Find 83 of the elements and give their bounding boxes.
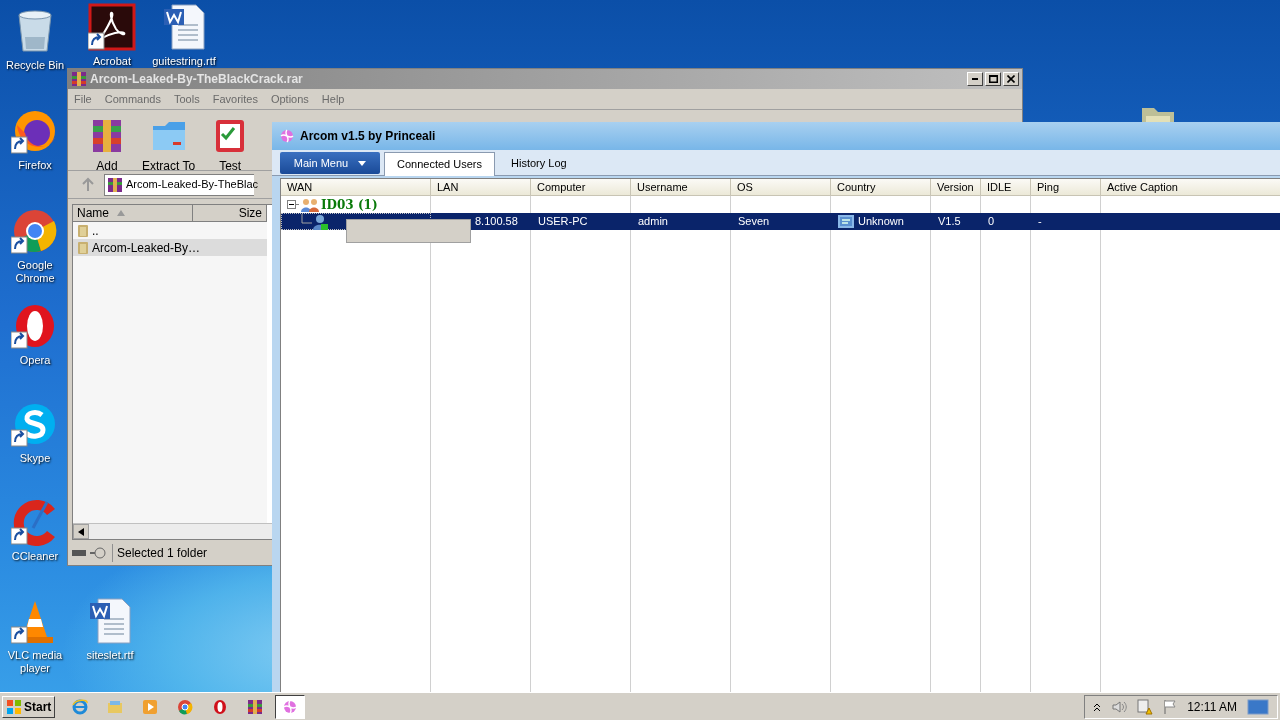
desktop-icon-label[interactable]: Opera	[19, 354, 51, 367]
desktop-icon-label[interactable]: CCleaner	[11, 550, 59, 563]
archive-icon	[71, 71, 87, 87]
table-cell-text: 0	[988, 214, 995, 230]
status-text: Selected 1 folder	[112, 544, 208, 562]
maximize-icon	[988, 75, 998, 83]
menu-item[interactable]: Help	[321, 90, 345, 108]
table-cell-text: 8.100.58	[475, 214, 518, 230]
file-row[interactable]: Arcom-Leaked-By…	[73, 239, 267, 256]
group-label[interactable]: ID03 (1)	[321, 195, 378, 214]
table-cell-text: USER-PC	[538, 214, 588, 230]
up-arrow-icon	[80, 176, 96, 193]
clock[interactable]: 12:11 AM	[1187, 697, 1237, 716]
column-header[interactable]: IDLE	[981, 179, 1031, 196]
column-header[interactable]: OS	[731, 179, 831, 196]
desktop-icon-label[interactable]: Acrobat	[93, 55, 131, 68]
tab[interactable]: Connected Users	[384, 152, 495, 176]
file-row[interactable]: ..	[73, 222, 267, 239]
desktop-icon-label[interactable]: Firefox	[18, 159, 52, 172]
table-row[interactable]: 8.100.58 USER-PC admin Seven Unknown V1.5 0 -	[281, 213, 1280, 230]
menu-item[interactable]: Tools	[174, 90, 200, 108]
menu-item[interactable]: Options	[270, 90, 309, 108]
column-header[interactable]: Country	[831, 179, 931, 196]
column-header[interactable]: Ping	[1031, 179, 1101, 196]
desktop-icon-label[interactable]: Skype	[19, 452, 51, 465]
toolbar-button[interactable]: Add	[82, 116, 132, 175]
network-warning-icon	[1137, 698, 1154, 715]
desktop-icon-label[interactable]: Recycle Bin	[5, 59, 65, 72]
column-header[interactable]: WAN	[281, 179, 431, 196]
menu-item[interactable]: Commands	[104, 90, 161, 108]
chevron-up-icon	[1093, 701, 1102, 712]
taskbar-button[interactable]	[275, 694, 306, 719]
table-cell-text: -	[1038, 214, 1042, 230]
column-header[interactable]: Version	[931, 179, 981, 196]
start-button[interactable]: Start	[2, 695, 56, 718]
scroll-left-button[interactable]	[73, 524, 89, 539]
folder-icon	[107, 698, 124, 715]
desktop-icon-label[interactable]: Google Chrome	[4, 259, 66, 285]
drive-key-icon	[72, 547, 108, 559]
table-cell-text: Seven	[738, 214, 770, 230]
menu-item[interactable]: Favorites	[212, 90, 258, 108]
speaker-icon	[1111, 699, 1128, 714]
column-header[interactable]: Size	[193, 205, 267, 222]
column-header[interactable]: Computer	[531, 179, 631, 196]
column-header[interactable]: LAN	[431, 179, 531, 196]
play-icon	[142, 698, 159, 715]
users-icon	[301, 197, 319, 212]
main-menu-button[interactable]: Main Menu	[280, 152, 380, 174]
column-header[interactable]: Name	[73, 205, 193, 222]
column-header[interactable]: Active Caption	[1101, 179, 1280, 196]
windows-logo-icon	[6, 698, 22, 715]
table-cell-text: V1.5	[938, 214, 961, 230]
window-title: Arcom-Leaked-By-TheBlackCrack.rar	[90, 71, 303, 88]
pinwheel-icon	[280, 129, 294, 143]
menu-item[interactable]: File	[74, 90, 92, 108]
folder-icon	[77, 240, 89, 255]
chrome-icon	[177, 698, 194, 715]
table-cell-text: admin	[638, 214, 668, 230]
archive-icon	[247, 698, 264, 715]
flag-icon	[838, 215, 854, 228]
sort-arrow-icon	[117, 210, 125, 216]
desktop-icon-label[interactable]: guitestring.rtf	[152, 55, 216, 68]
window-title: Arcom v1.5 by Princeali	[300, 128, 436, 145]
opera-icon	[212, 698, 229, 715]
toolbar-button[interactable]: Test	[205, 116, 256, 175]
table-cell-text: Unknown	[858, 214, 904, 230]
close-icon	[1007, 75, 1015, 83]
minimize-icon	[972, 78, 978, 80]
caret-icon	[358, 160, 367, 166]
column-header[interactable]: Username	[631, 179, 731, 196]
toolbar-button[interactable]: Extract To	[138, 116, 200, 175]
show-desktop-icon	[1247, 698, 1269, 715]
archive-icon	[107, 176, 123, 193]
left-arrow-icon	[78, 527, 84, 536]
flag-icon	[1163, 698, 1178, 715]
user-icon	[298, 213, 328, 230]
minimize-button[interactable]	[967, 72, 983, 86]
tab[interactable]: History Log	[499, 152, 579, 175]
pinwheel-icon	[282, 698, 299, 715]
folder-icon	[77, 223, 89, 238]
close-button[interactable]	[1003, 72, 1019, 86]
maximize-button[interactable]	[985, 72, 1001, 86]
browser-e-icon	[72, 698, 89, 715]
